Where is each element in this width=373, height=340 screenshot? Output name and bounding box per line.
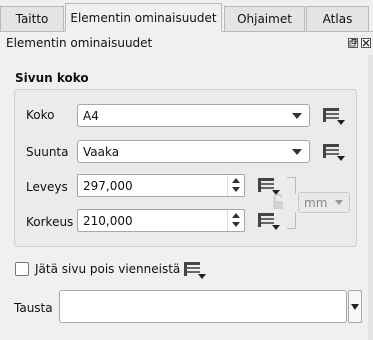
width-value: 297,000 bbox=[83, 178, 133, 193]
width-spinbox[interactable]: 297,000 bbox=[77, 174, 245, 197]
chevron-down-icon bbox=[292, 113, 302, 119]
data-defined-override-icon[interactable] bbox=[321, 141, 347, 163]
tab-elementin-ominaisuudet[interactable]: Elementin ominaisuudet bbox=[65, 3, 222, 32]
lock-bracket-top bbox=[287, 177, 296, 194]
tab-label: Taitto bbox=[15, 12, 49, 26]
background-label: Tausta bbox=[14, 301, 53, 315]
chevron-up-icon[interactable] bbox=[232, 213, 240, 218]
size-label: Koko bbox=[26, 108, 55, 122]
tab-label: Ohjaimet bbox=[237, 12, 292, 26]
data-defined-override-icon[interactable] bbox=[321, 105, 347, 127]
tab-taitto[interactable]: Taitto bbox=[0, 6, 64, 31]
panel-title: Elementin ominaisuudet bbox=[6, 36, 153, 50]
height-spinbox[interactable]: 210,000 bbox=[77, 209, 245, 232]
tab-label: Atlas bbox=[322, 12, 353, 26]
orientation-label: Suunta bbox=[26, 145, 69, 159]
height-label: Korkeus bbox=[26, 215, 74, 229]
float-icon[interactable] bbox=[348, 38, 358, 48]
lock-bracket-bottom bbox=[287, 212, 296, 229]
data-defined-override-icon[interactable] bbox=[182, 259, 208, 281]
chevron-down-icon[interactable] bbox=[232, 187, 240, 192]
tab-label: Elementin ominaisuudet bbox=[70, 10, 217, 25]
section-title-page-size: Sivun koko bbox=[15, 71, 89, 85]
lock-icon[interactable] bbox=[270, 193, 286, 211]
units-value: mm bbox=[304, 195, 328, 210]
data-defined-override-icon[interactable] bbox=[256, 210, 282, 232]
scrollbar[interactable] bbox=[368, 55, 373, 340]
chevron-down-icon bbox=[292, 149, 302, 155]
size-combobox[interactable]: A4 bbox=[77, 104, 310, 127]
height-stepper[interactable] bbox=[227, 210, 244, 231]
tab-atlas[interactable]: Atlas bbox=[306, 6, 369, 31]
size-value: A4 bbox=[83, 108, 99, 123]
orientation-value: Vaaka bbox=[83, 144, 120, 159]
width-stepper[interactable] bbox=[227, 175, 244, 196]
background-color-dropdown[interactable] bbox=[348, 290, 362, 323]
chevron-up-icon[interactable] bbox=[232, 178, 240, 183]
close-icon[interactable] bbox=[361, 38, 371, 48]
units-combobox[interactable]: mm bbox=[298, 192, 350, 213]
exclude-page-checkbox[interactable] bbox=[15, 262, 29, 276]
tab-ohjaimet[interactable]: Ohjaimet bbox=[224, 6, 305, 31]
tab-bar: Taitto Elementin ominaisuudet Ohjaimet A… bbox=[0, 0, 373, 32]
chevron-down-icon bbox=[351, 304, 359, 310]
chevron-down-icon bbox=[335, 200, 343, 205]
exclude-page-label: Jätä sivu pois vienneistä bbox=[35, 262, 181, 276]
height-value: 210,000 bbox=[83, 213, 133, 228]
orientation-combobox[interactable]: Vaaka bbox=[77, 140, 310, 163]
background-color-button[interactable] bbox=[59, 290, 347, 323]
width-label: Leveys bbox=[26, 180, 68, 194]
chevron-down-icon[interactable] bbox=[232, 222, 240, 227]
